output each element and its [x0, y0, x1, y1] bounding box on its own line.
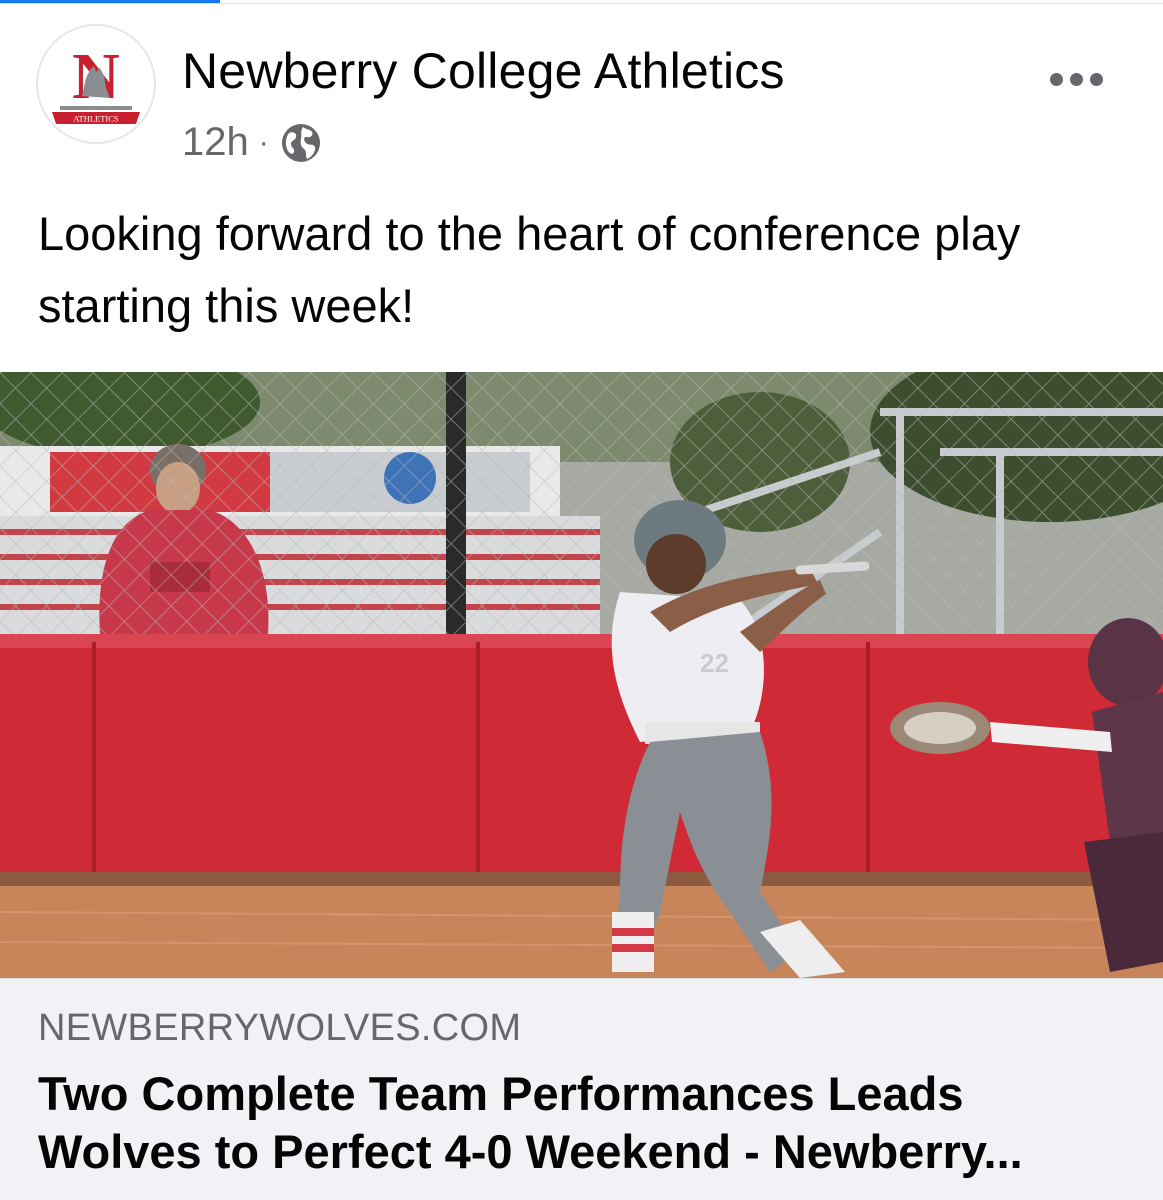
- post-header: N ATHLETICS Newberry College Athletics 1…: [36, 24, 1136, 174]
- globe-icon[interactable]: [279, 121, 323, 165]
- post-photo[interactable]: 22: [0, 372, 1163, 978]
- page-name-link[interactable]: Newberry College Athletics: [182, 42, 785, 100]
- jersey-number: 22: [700, 648, 729, 678]
- post-meta: 12h ·: [182, 120, 323, 165]
- post-timestamp[interactable]: 12h: [182, 120, 249, 165]
- softball-batter-photo: 22: [0, 372, 1163, 978]
- logo-banner-text: ATHLETICS: [73, 114, 119, 124]
- dot-icon: [1089, 72, 1103, 86]
- link-preview-card[interactable]: NEWBERRYWOLVES.COM Two Complete Team Per…: [0, 978, 1163, 1200]
- page-avatar[interactable]: N ATHLETICS: [36, 24, 156, 144]
- divider: [0, 3, 1163, 4]
- meta-separator: ·: [258, 125, 269, 159]
- more-options-button[interactable]: [1046, 64, 1106, 94]
- newberry-logo-icon: N ATHLETICS: [38, 26, 154, 142]
- post-text: Looking forward to the heart of conferen…: [38, 207, 1021, 332]
- link-domain: NEWBERRYWOLVES.COM: [38, 1007, 522, 1049]
- dot-icon: [1069, 72, 1083, 86]
- link-title[interactable]: Two Complete Team Performances Leads Wol…: [38, 1065, 1128, 1181]
- dot-icon: [1049, 72, 1063, 86]
